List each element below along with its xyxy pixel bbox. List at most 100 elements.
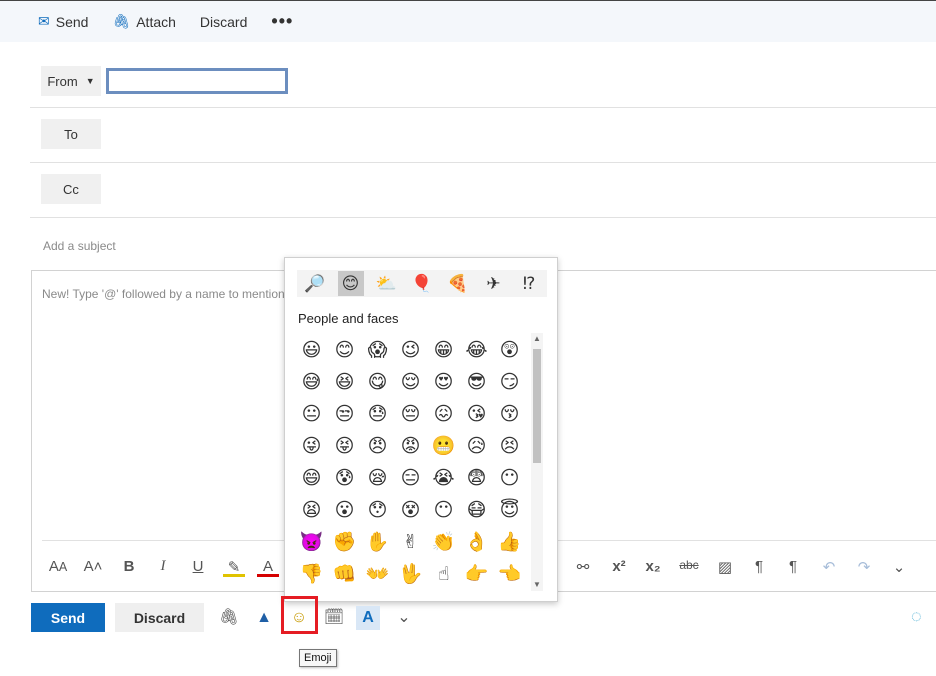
emoji-item[interactable]: 😵 — [394, 494, 427, 526]
emoji-item[interactable]: 🖖 — [394, 558, 427, 590]
emoji-item[interactable]: 😌 — [394, 366, 427, 398]
discard-button[interactable]: Discard — [115, 603, 204, 632]
send-button[interactable]: Send — [31, 603, 105, 632]
attach-icon[interactable]: 🖇 — [217, 606, 241, 630]
emoji-item[interactable]: 👐 — [361, 558, 394, 590]
travel-category-icon[interactable]: ✈ — [480, 271, 506, 296]
scroll-thumb[interactable] — [533, 349, 541, 463]
emoji-item[interactable]: 😄 — [295, 462, 328, 494]
to-button[interactable]: To — [41, 119, 101, 149]
emoji-item[interactable]: 😁 — [427, 334, 460, 366]
emoji-item[interactable]: 😜 — [295, 430, 328, 462]
emoji-item[interactable]: 😓 — [361, 398, 394, 430]
emoji-item[interactable]: 😰 — [328, 462, 361, 494]
chevron-down-icon[interactable]: ⌄ — [392, 606, 416, 630]
format-text-icon[interactable]: A — [356, 606, 380, 630]
scroll-down-icon[interactable]: ▼ — [531, 579, 543, 591]
discard-toolbar-button[interactable]: Discard — [200, 14, 247, 30]
subscript-icon[interactable]: x₂ — [642, 558, 664, 575]
attach-toolbar-button[interactable]: 🖇 Attach — [112, 13, 175, 30]
search-icon[interactable]: 🔎 — [302, 271, 328, 296]
emoji-item[interactable]: 😋 — [361, 366, 394, 398]
more-options-button[interactable]: ••• — [271, 11, 293, 32]
strikethrough-icon[interactable]: abc — [678, 558, 700, 572]
emoji-item[interactable]: 😥 — [460, 430, 493, 462]
underline-icon[interactable]: U — [187, 558, 209, 575]
emoji-item[interactable]: 😑 — [394, 462, 427, 494]
food-category-icon[interactable]: 🍕 — [445, 271, 471, 296]
emoji-item[interactable]: 😭 — [427, 462, 460, 494]
schedule-icon[interactable]: 🗓 — [322, 606, 346, 630]
emoji-item[interactable]: 😅 — [295, 366, 328, 398]
font-size-icon[interactable]: AA — [47, 558, 69, 575]
emoji-item[interactable]: 😂 — [460, 334, 493, 366]
symbols-category-icon[interactable]: ⁉ — [516, 271, 542, 296]
emoji-item[interactable]: 😪 — [361, 462, 394, 494]
emoji-item[interactable]: 😏 — [493, 366, 526, 398]
emoji-item[interactable]: 😍 — [427, 366, 460, 398]
emoji-item[interactable]: 😖 — [427, 398, 460, 430]
emoji-item[interactable]: 👈 — [493, 558, 526, 590]
emoji-item[interactable]: ☝ — [427, 558, 460, 590]
emoji-item[interactable]: 😡 — [394, 430, 427, 462]
emoji-item[interactable]: 👿 — [295, 526, 328, 558]
emoji-item[interactable]: 😒 — [328, 398, 361, 430]
emoji-item[interactable]: 😣 — [493, 430, 526, 462]
font-color-icon[interactable]: A — [257, 558, 279, 577]
emoji-item[interactable]: ✌ — [394, 526, 427, 558]
emoji-item[interactable]: 😊 — [328, 334, 361, 366]
people-category-icon[interactable]: 😊 — [337, 271, 364, 296]
bold-icon[interactable]: B — [118, 558, 140, 575]
emoji-item[interactable]: 😲 — [493, 334, 526, 366]
emoji-item[interactable]: 😝 — [328, 430, 361, 462]
emoji-scrollbar[interactable]: ▲ ▼ — [531, 333, 543, 591]
subject-input[interactable]: Add a subject — [43, 239, 116, 253]
emoji-item[interactable]: 😠 — [361, 430, 394, 462]
emoji-item[interactable]: 😫 — [295, 494, 328, 526]
highlight-icon[interactable]: ✎ — [223, 558, 245, 577]
emoji-item[interactable]: 😷 — [460, 494, 493, 526]
emoji-item[interactable]: 😘 — [460, 398, 493, 430]
chevron-down-icon[interactable]: ⌄ — [888, 558, 910, 576]
emoji-item[interactable]: 😚 — [493, 398, 526, 430]
superscript-icon[interactable]: x² — [608, 558, 630, 575]
weather-category-icon[interactable]: ⛅ — [373, 271, 399, 296]
insert-image-icon[interactable]: ▲ — [252, 606, 276, 630]
emoji-item[interactable]: 👊 — [328, 558, 361, 590]
emoji-item[interactable]: 😉 — [394, 334, 427, 366]
scroll-up-icon[interactable]: ▲ — [531, 333, 543, 345]
remove-link-icon[interactable]: ⚯ — [572, 558, 594, 576]
emoji-item[interactable]: 😶 — [427, 494, 460, 526]
send-toolbar-button[interactable]: ✉ Send — [38, 13, 88, 30]
emoji-item[interactable]: 👉 — [460, 558, 493, 590]
grow-font-icon[interactable]: A˄ — [82, 558, 104, 575]
emoji-item[interactable]: 😔 — [394, 398, 427, 430]
emoji-item[interactable]: 👌 — [460, 526, 493, 558]
cc-button[interactable]: Cc — [41, 174, 101, 204]
activity-category-icon[interactable]: 🎈 — [409, 271, 435, 296]
emoji-item[interactable]: 👏 — [427, 526, 460, 558]
undo-icon[interactable]: ↶ — [818, 558, 840, 576]
emoji-item[interactable]: ✋ — [361, 526, 394, 558]
emoji-item[interactable]: 😐 — [295, 398, 328, 430]
emoji-item[interactable]: 😮 — [328, 494, 361, 526]
from-input[interactable] — [106, 68, 288, 94]
emoji-item[interactable]: 😃 — [295, 334, 328, 366]
emoji-item[interactable]: 😇 — [493, 494, 526, 526]
emoji-item[interactable]: 😨 — [460, 462, 493, 494]
italic-icon[interactable]: I — [152, 558, 174, 575]
rtl-icon[interactable]: ¶ — [782, 558, 804, 575]
ltr-icon[interactable]: ¶ — [748, 558, 770, 575]
redo-icon[interactable]: ↷ — [853, 558, 875, 576]
insert-picture-icon[interactable]: ▨ — [714, 558, 736, 576]
emoji-item[interactable]: 👍 — [493, 526, 526, 558]
emoji-item[interactable]: 😯 — [361, 494, 394, 526]
emoji-item[interactable]: ✊ — [328, 526, 361, 558]
emoji-item[interactable]: 😎 — [460, 366, 493, 398]
from-button[interactable]: From ▼ — [41, 66, 101, 96]
emoji-item[interactable]: 👎 — [295, 558, 328, 590]
emoji-item[interactable]: 😆 — [328, 366, 361, 398]
emoji-item[interactable]: 😶 — [493, 462, 526, 494]
emoji-item[interactable]: 😬 — [427, 430, 460, 462]
emoji-item[interactable]: 😱 — [361, 334, 394, 366]
